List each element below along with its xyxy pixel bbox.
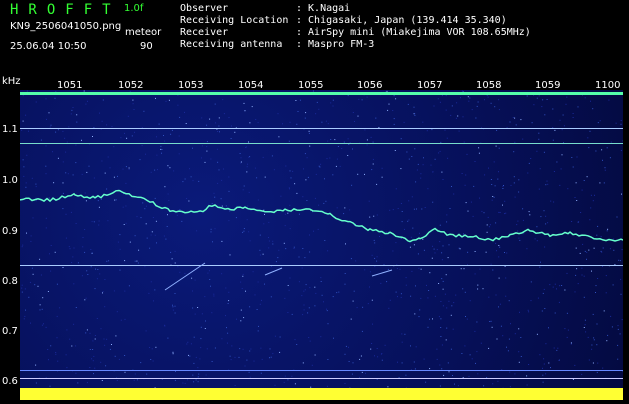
y-axis-unit: kHz (2, 76, 21, 87)
carrier-line (20, 265, 623, 266)
antenna-label: Receiving antenna (180, 40, 282, 50)
carrier-line (20, 370, 623, 371)
y-tick-label: 0.8 (2, 276, 18, 287)
mode-label: meteor (125, 28, 161, 38)
y-tick-label: 0.7 (2, 326, 18, 337)
antenna-value: : Maspro FM-3 (296, 40, 374, 50)
mode-value: 90 (140, 42, 153, 52)
date-time: 25.06.04 10:50 (10, 42, 87, 52)
carrier-line (20, 143, 623, 144)
meteor-streak (265, 268, 282, 275)
y-tick-label: 0.6 (2, 376, 18, 387)
y-tick-label: 0.9 (2, 226, 18, 237)
top-carrier-line (20, 92, 623, 95)
meteor-streak (165, 263, 205, 290)
y-tick-label: 1.1 (2, 124, 18, 135)
carrier-line (20, 378, 623, 379)
header-panel: HROFFT 1.0f KN9_2506041050.png 25.06.04 … (0, 0, 629, 80)
carrier-line (20, 128, 623, 129)
file-name: KN9_2506041050.png (10, 22, 121, 32)
observer-label: Observer (180, 4, 228, 14)
location-value: : Chigasaki, Japan (139.414 35.340) (296, 16, 507, 26)
meteor-streak (372, 270, 392, 276)
receiver-value: : AirSpy mini (Miakejima VOR 108.65MHz) (296, 28, 531, 38)
app-logo: HROFFT (10, 3, 121, 17)
observer-value: : K.Nagai (296, 4, 350, 14)
doppler-trace (20, 191, 623, 242)
spectrogram-area (20, 90, 623, 400)
receiver-label: Receiver (180, 28, 228, 38)
y-tick-label: 1.0 (2, 175, 18, 186)
spectrogram-svg (20, 90, 623, 400)
app-version: 1.0f (124, 4, 143, 14)
location-label: Receiving Location (180, 16, 288, 26)
bottom-band (20, 388, 623, 400)
noise-layer (20, 91, 623, 391)
